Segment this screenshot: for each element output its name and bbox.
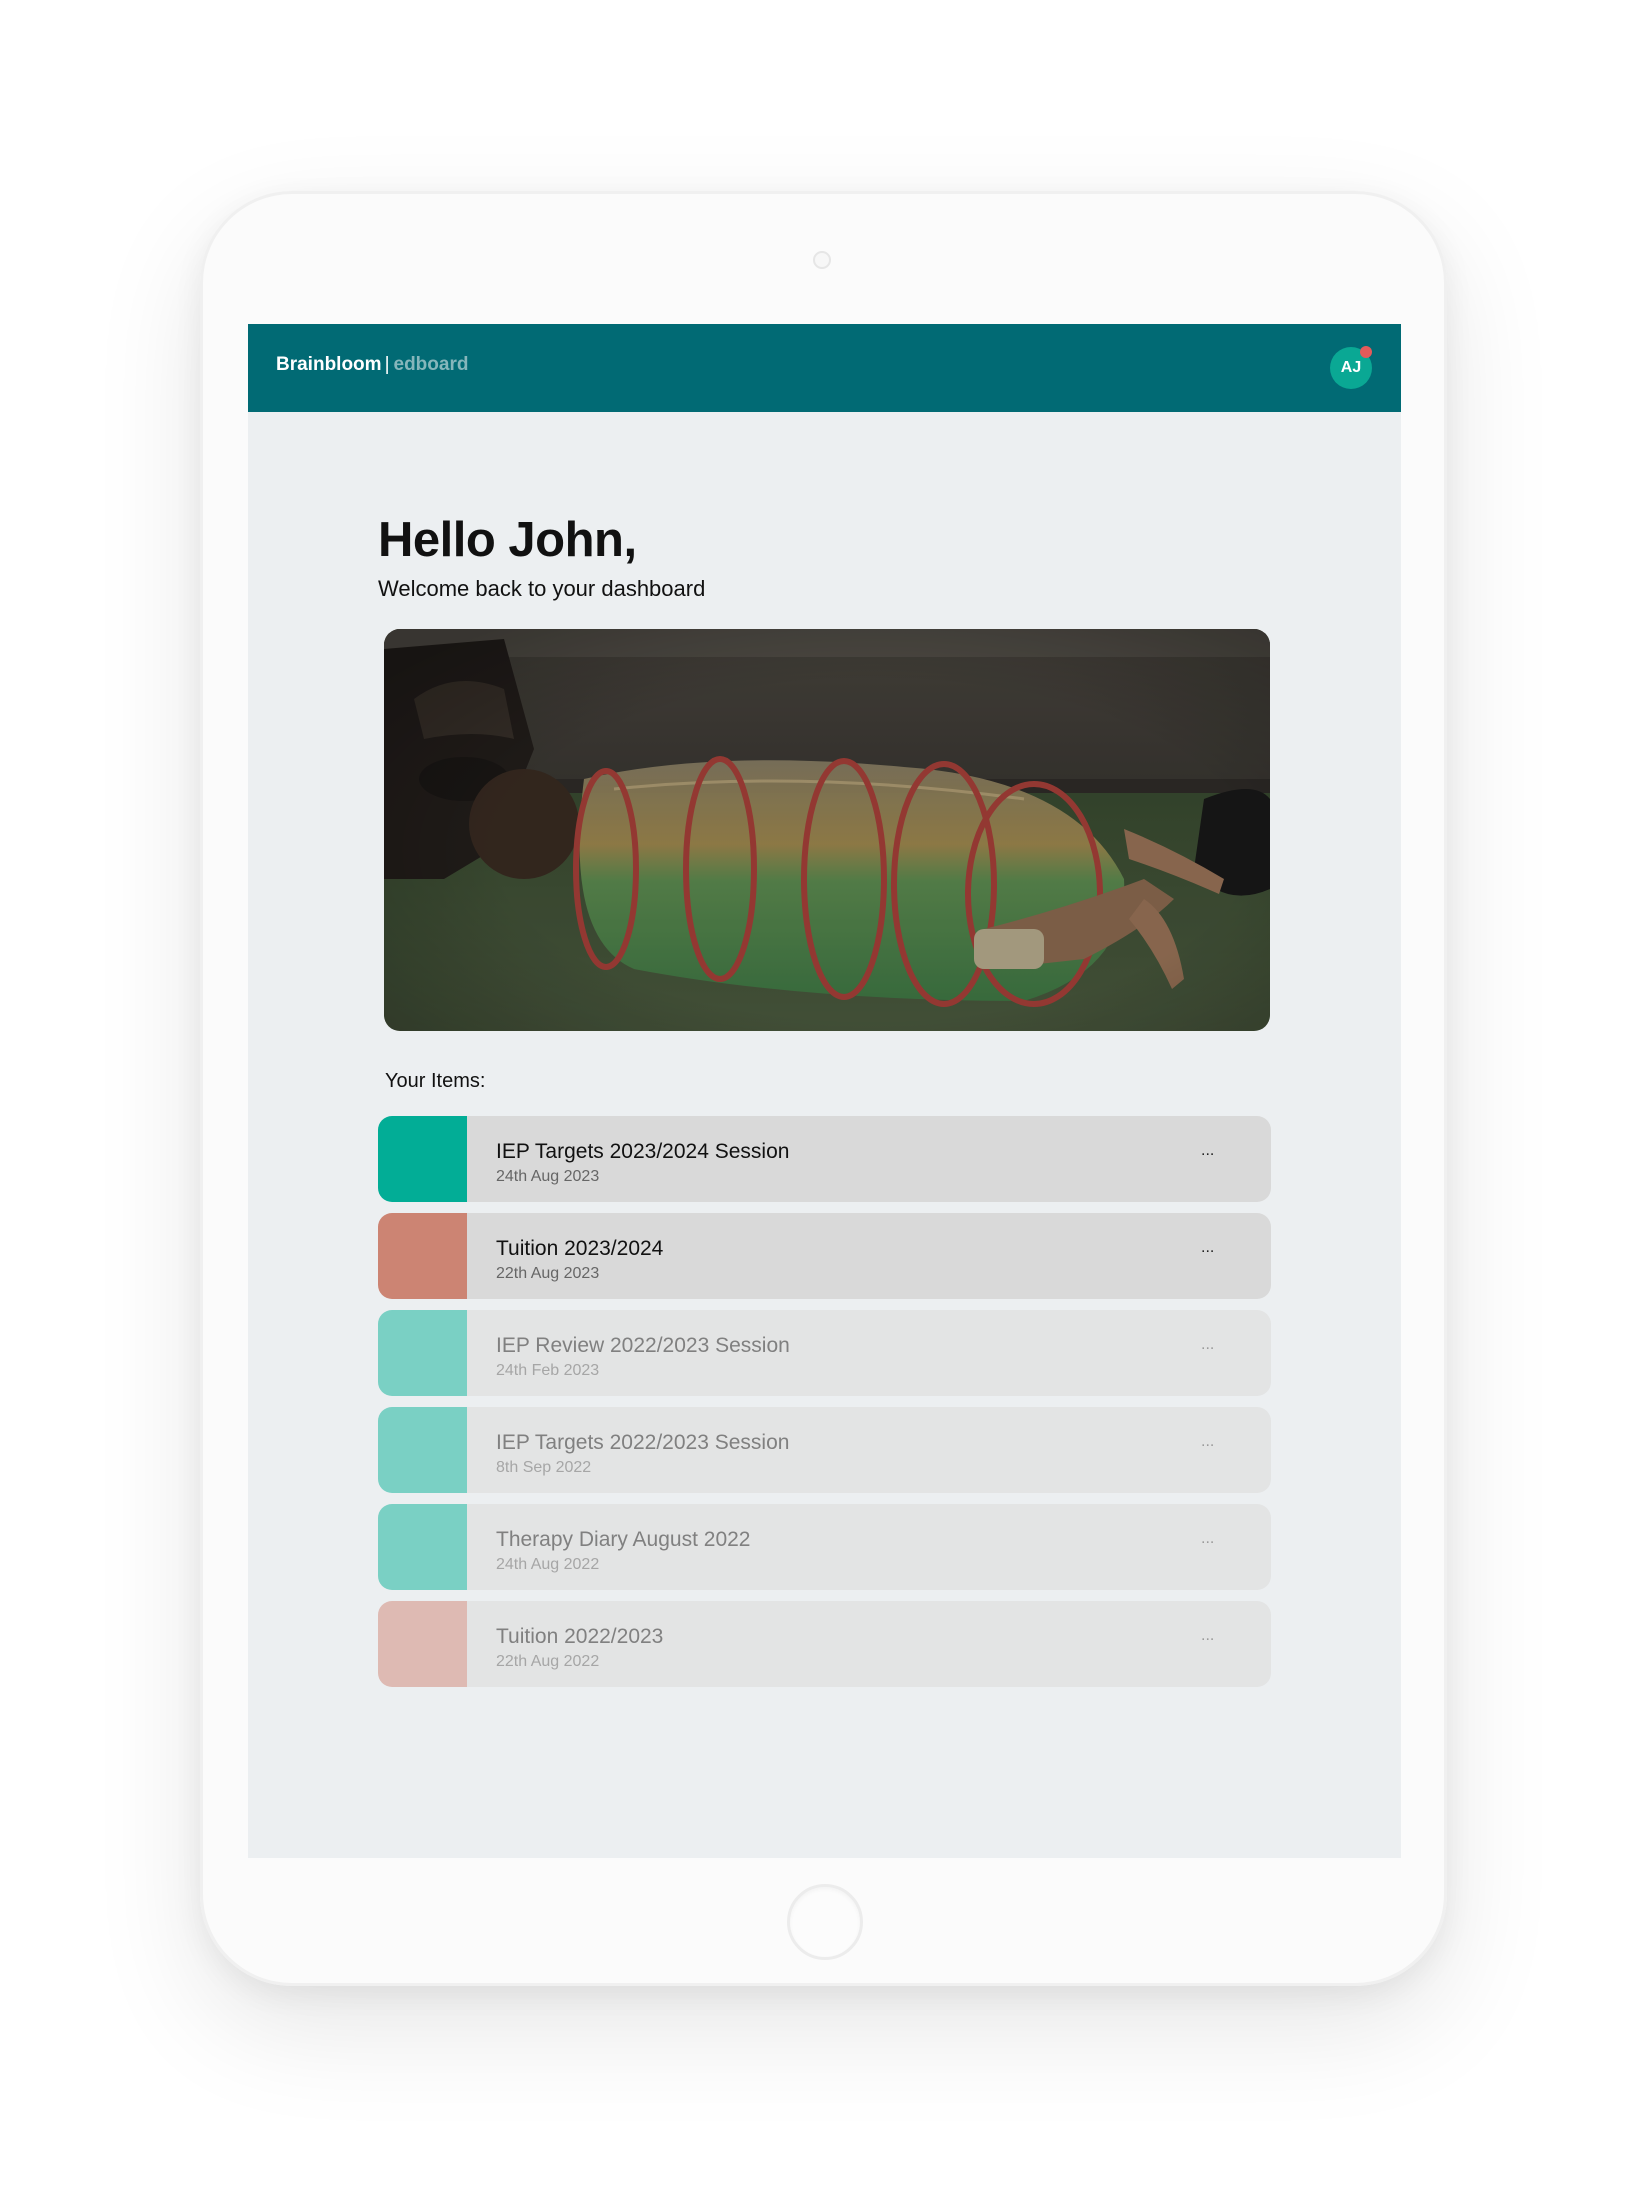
brand-logo[interactable]: Brainbloom | edboard xyxy=(276,354,468,376)
item-color-swatch xyxy=(378,1213,467,1299)
item-more-icon[interactable]: ... xyxy=(1201,1627,1214,1645)
brand-product: edboard xyxy=(393,354,469,375)
hero-image xyxy=(384,629,1270,1031)
item-date: 22th Aug 2023 xyxy=(496,1265,600,1282)
item-title: IEP Targets 2023/2024 Session xyxy=(496,1140,790,1163)
items-heading: Your Items: xyxy=(385,1070,486,1092)
item-date: 24th Feb 2023 xyxy=(496,1362,600,1379)
play-tunnel-photo xyxy=(384,629,1270,1031)
item-body: Therapy Diary August 2022 24th Aug 2022 … xyxy=(467,1504,1271,1590)
item-more-icon[interactable]: ... xyxy=(1201,1530,1214,1548)
top-navbar: Brainbloom | edboard AJ xyxy=(248,324,1401,412)
item-date: 8th Sep 2022 xyxy=(496,1459,592,1476)
app-screen: Brainbloom | edboard AJ Hello John, Welcom… xyxy=(248,324,1401,1858)
item-title: Tuition 2023/2024 xyxy=(496,1237,664,1260)
item-color-swatch xyxy=(378,1116,467,1202)
brand-name: Brainbloom xyxy=(276,354,382,375)
welcome-subtitle: Welcome back to your dashboard xyxy=(378,576,706,601)
item-body: IEP Targets 2022/2023 Session 8th Sep 20… xyxy=(467,1407,1271,1493)
list-item[interactable]: IEP Targets 2022/2023 Session 8th Sep 20… xyxy=(378,1407,1271,1493)
item-date: 24th Aug 2022 xyxy=(496,1556,600,1573)
item-more-icon[interactable]: ... xyxy=(1201,1336,1214,1354)
tablet-frame: Brainbloom | edboard AJ Hello John, Welcom… xyxy=(200,191,1447,1986)
item-date: 24th Aug 2023 xyxy=(496,1168,600,1185)
item-body: IEP Targets 2023/2024 Session 24th Aug 2… xyxy=(467,1116,1271,1202)
item-title: IEP Targets 2022/2023 Session xyxy=(496,1431,790,1454)
item-body: IEP Review 2022/2023 Session 24th Feb 20… xyxy=(467,1310,1271,1396)
item-more-icon[interactable]: ... xyxy=(1201,1142,1214,1160)
item-date: 22th Aug 2022 xyxy=(496,1653,600,1670)
item-more-icon[interactable]: ... xyxy=(1201,1239,1214,1257)
list-item[interactable]: IEP Targets 2023/2024 Session 24th Aug 2… xyxy=(378,1116,1271,1202)
items-list: IEP Targets 2023/2024 Session 24th Aug 2… xyxy=(378,1116,1271,1698)
camera-icon xyxy=(813,251,831,269)
home-button[interactable] xyxy=(787,1884,863,1960)
list-item[interactable]: IEP Review 2022/2023 Session 24th Feb 20… xyxy=(378,1310,1271,1396)
list-item[interactable]: Therapy Diary August 2022 24th Aug 2022 … xyxy=(378,1504,1271,1590)
greeting-title: Hello John, xyxy=(378,513,637,567)
item-body: Tuition 2023/2024 22th Aug 2023 ... xyxy=(467,1213,1271,1299)
item-title: Tuition 2022/2023 xyxy=(496,1625,664,1648)
list-item[interactable]: Tuition 2022/2023 22th Aug 2022 ... xyxy=(378,1601,1271,1687)
item-title: Therapy Diary August 2022 xyxy=(496,1528,751,1551)
item-more-icon[interactable]: ... xyxy=(1201,1433,1214,1451)
list-item[interactable]: Tuition 2023/2024 22th Aug 2023 ... xyxy=(378,1213,1271,1299)
item-color-swatch xyxy=(378,1504,467,1590)
item-color-swatch xyxy=(378,1407,467,1493)
item-color-swatch xyxy=(378,1310,467,1396)
item-title: IEP Review 2022/2023 Session xyxy=(496,1334,790,1357)
brand-separator: | xyxy=(384,354,390,375)
notification-dot-icon xyxy=(1360,346,1372,358)
item-body: Tuition 2022/2023 22th Aug 2022 ... xyxy=(467,1601,1271,1687)
item-color-swatch xyxy=(378,1601,467,1687)
